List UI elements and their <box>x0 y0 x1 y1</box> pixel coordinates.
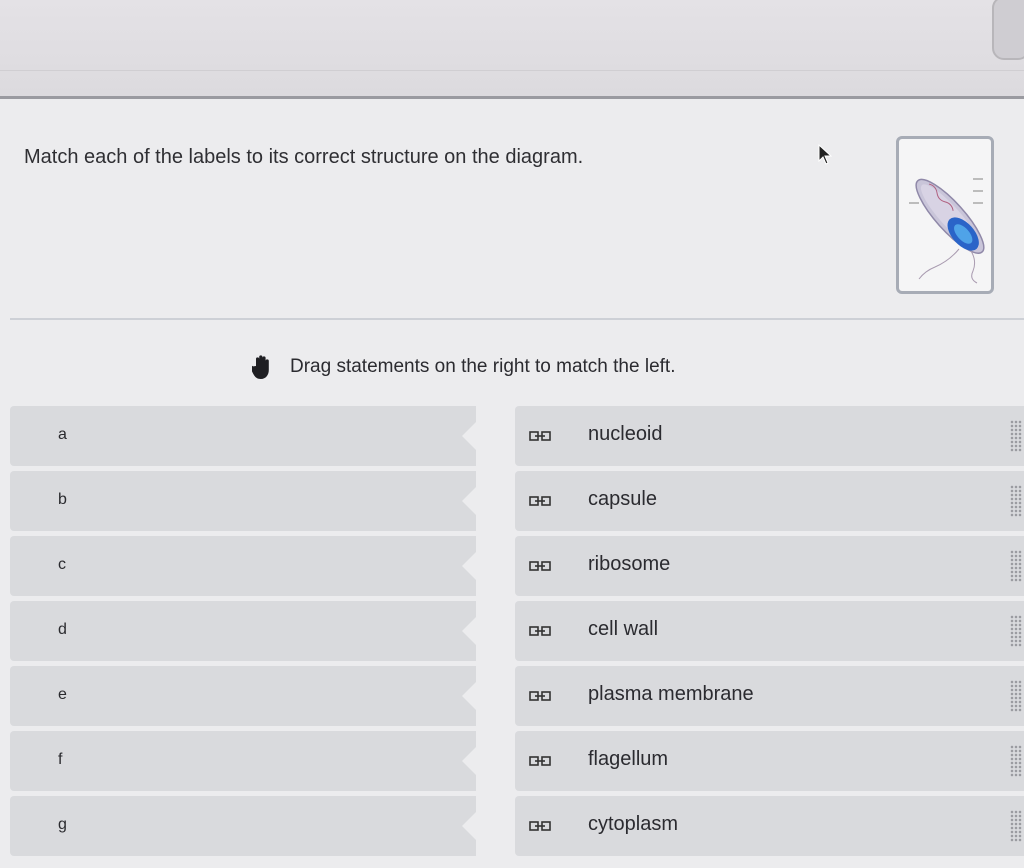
top-divider <box>0 70 1024 71</box>
question-prompt: Match each of the labels to its correct … <box>24 146 584 168</box>
drop-slot-e[interactable]: e <box>10 666 476 726</box>
item-label: flagellum <box>588 748 669 770</box>
target-slots: a b c d e f g <box>10 406 476 861</box>
slot-letter: g <box>58 816 67 833</box>
drop-slot-f[interactable]: f <box>10 731 476 791</box>
link-icon <box>529 691 551 701</box>
link-icon <box>529 496 551 506</box>
bacterium-diagram-icon <box>909 178 985 284</box>
item-label: plasma membrane <box>588 683 754 705</box>
top-corner-button[interactable] <box>992 0 1024 60</box>
drop-slot-d[interactable]: d <box>10 601 476 661</box>
top-bar <box>0 0 1024 99</box>
slot-notch <box>462 487 476 515</box>
draggable-item-capsule[interactable]: capsule <box>515 471 1024 531</box>
slot-letter: b <box>58 491 67 508</box>
drag-handle-icon[interactable] <box>1010 550 1022 582</box>
slot-letter: e <box>58 686 67 703</box>
item-label: cytoplasm <box>588 813 679 835</box>
drag-handle-icon[interactable] <box>1010 615 1022 647</box>
slot-letter: c <box>58 556 66 573</box>
drag-instruction: Drag statements on the right to match th… <box>252 354 675 380</box>
instruction-text: Drag statements on the right to match th… <box>290 356 676 377</box>
link-icon <box>529 756 551 766</box>
link-icon <box>529 431 551 441</box>
draggable-item-nucleoid[interactable]: nucleoid <box>515 406 1024 466</box>
slot-notch <box>462 422 476 450</box>
draggable-item-flagellum[interactable]: flagellum <box>515 731 1024 791</box>
drop-slot-c[interactable]: c <box>10 536 476 596</box>
slot-notch <box>462 552 476 580</box>
item-label: capsule <box>588 488 657 510</box>
drag-handle-icon[interactable] <box>1010 485 1022 517</box>
link-icon <box>529 821 551 831</box>
draggable-item-plasma-membrane[interactable]: plasma membrane <box>515 666 1024 726</box>
slot-notch <box>462 747 476 775</box>
draggable-items: nucleoid capsule ribosome cell wall plas… <box>515 406 1024 861</box>
draggable-item-ribosome[interactable]: ribosome <box>515 536 1024 596</box>
drag-handle-icon[interactable] <box>1010 420 1022 452</box>
section-divider <box>10 318 1024 320</box>
drop-slot-a[interactable]: a <box>10 406 476 466</box>
diagram-thumbnail[interactable] <box>896 136 994 294</box>
link-icon <box>529 626 551 636</box>
slot-letter: d <box>58 621 67 638</box>
slot-letter: f <box>58 751 63 768</box>
drop-slot-g[interactable]: g <box>10 796 476 856</box>
drag-handle-icon[interactable] <box>1010 680 1022 712</box>
drop-slot-b[interactable]: b <box>10 471 476 531</box>
item-label: cell wall <box>588 618 659 640</box>
drag-handle-icon[interactable] <box>1010 745 1022 777</box>
slot-notch <box>462 682 476 710</box>
draggable-item-cytoplasm[interactable]: cytoplasm <box>515 796 1024 856</box>
link-icon <box>529 561 551 571</box>
item-label: nucleoid <box>588 423 663 445</box>
hand-icon <box>252 355 269 379</box>
slot-notch <box>462 812 476 840</box>
item-label: ribosome <box>588 553 671 575</box>
drag-handle-icon[interactable] <box>1010 810 1022 842</box>
slot-notch <box>462 617 476 645</box>
mouse-cursor-icon <box>818 144 832 165</box>
slot-letter: a <box>58 426 67 443</box>
draggable-item-cell-wall[interactable]: cell wall <box>515 601 1024 661</box>
